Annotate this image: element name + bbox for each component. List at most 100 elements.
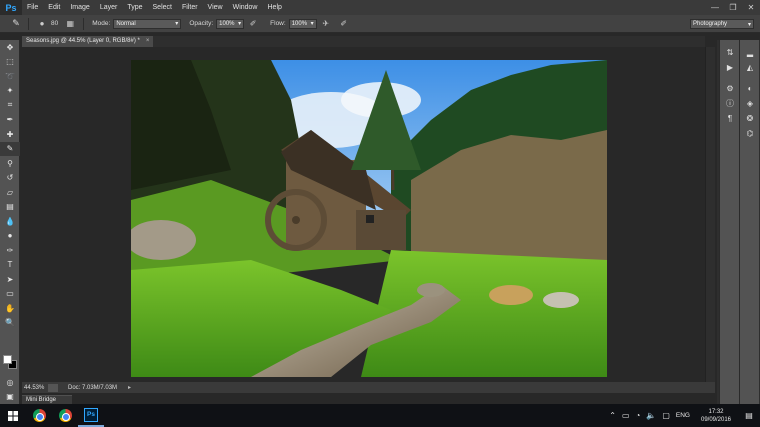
menu-help[interactable]: Help — [263, 0, 287, 15]
flow-input[interactable]: 100% ▾ — [288, 18, 317, 29]
type-icon[interactable]: T — [0, 258, 20, 273]
windows-icon — [8, 410, 18, 421]
dodge-icon[interactable]: ● — [0, 229, 20, 244]
menu-select[interactable]: Select — [148, 0, 177, 15]
options-bar: ✎ ● 80 ▦ Mode: Normal ▾ Opacity: 100% ▾ … — [0, 15, 760, 33]
document-status-icon[interactable] — [48, 383, 58, 392]
menu-edit[interactable]: Edit — [43, 0, 65, 15]
channels-icon[interactable]: ❂ — [740, 111, 760, 126]
history-icon[interactable]: ⇅ — [720, 45, 740, 60]
document-tab[interactable]: Seasons.jpg @ 44.5% (Layer 0, RGB/8#) * … — [22, 36, 154, 47]
flow-label: Flow: — [270, 20, 286, 27]
eyedropper-icon[interactable]: ✒ — [0, 113, 20, 128]
brush-panel-icon[interactable]: ▦ — [64, 18, 76, 30]
navigator-icon[interactable]: ◭ — [740, 60, 760, 75]
language-indicator[interactable]: ENG — [676, 412, 690, 419]
mode-select[interactable]: Normal ▾ — [113, 18, 182, 29]
menu-file[interactable]: File — [22, 0, 43, 15]
shape-icon[interactable]: ▭ — [0, 287, 20, 302]
hand-icon[interactable]: ✋ — [0, 301, 20, 316]
document-title: Seasons.jpg @ 44.5% (Layer 0, RGB/8#) * — [26, 38, 140, 44]
clock-time: 17:32 — [708, 408, 724, 415]
screen-mode-icon[interactable]: ▣ — [0, 389, 20, 404]
menu-image[interactable]: Image — [65, 0, 94, 15]
layers-icon[interactable]: ◈ — [740, 96, 760, 111]
network-icon[interactable]: ◔ — [636, 411, 641, 420]
eraser-icon[interactable]: ▱ — [0, 185, 20, 200]
opacity-input[interactable]: 100% ▾ — [216, 18, 245, 29]
workspace-select[interactable]: Photography ▾ — [690, 19, 754, 29]
menu-layer[interactable]: Layer — [95, 0, 123, 15]
status-menu-arrow[interactable]: ▸ — [128, 384, 131, 391]
histogram-icon[interactable]: ▂ — [740, 45, 760, 60]
mini-bridge-tab[interactable]: Mini Bridge — [22, 395, 72, 404]
brush-size-label[interactable]: 80 — [51, 20, 58, 27]
paths-icon[interactable]: ⌬ — [740, 126, 760, 141]
path-select-icon[interactable]: ➤ — [0, 272, 20, 287]
history-brush-icon[interactable]: ↺ — [0, 171, 20, 186]
pressure-opacity-icon[interactable]: ✐ — [247, 18, 259, 30]
volume-icon[interactable]: 🔈 — [646, 411, 656, 420]
quick-mask-icon[interactable]: ◎ — [0, 375, 20, 390]
document-size-info: Doc: 7.03M/7.03M — [68, 384, 118, 391]
marquee-icon[interactable]: ⬚ — [0, 55, 20, 70]
blur-icon[interactable]: 💧 — [0, 214, 20, 229]
window-controls: — ❐ ✕ — [706, 0, 760, 15]
brush-icon[interactable]: ✎ — [0, 141, 20, 156]
clock[interactable]: 17:32 09/09/2016 — [696, 408, 736, 424]
pen-icon[interactable]: ✑ — [0, 243, 20, 258]
menu-type[interactable]: Type — [122, 0, 147, 15]
taskbar-chrome-2[interactable] — [52, 404, 78, 427]
healing-icon[interactable]: ✚ — [0, 127, 20, 142]
adjustments-icon[interactable]: ◐ — [740, 81, 760, 96]
taskbar: Ps ⌃ ▭ ◔ 🔈 ▢ ENG 17:32 09/09/2016 ▤ — [0, 404, 760, 427]
info-icon[interactable]: ⓘ — [720, 96, 740, 111]
status-bar: 44.53% Doc: 7.03M/7.03M ▸ — [22, 382, 715, 393]
actions-icon[interactable]: ▶ — [720, 60, 740, 75]
taskbar-chrome-1[interactable] — [26, 404, 52, 427]
close-icon[interactable]: × — [146, 36, 150, 47]
document-image[interactable] — [131, 60, 607, 377]
pressure-size-icon[interactable]: ✐ — [338, 18, 350, 30]
foreground-color-swatch[interactable] — [3, 355, 12, 364]
clone-stamp-icon[interactable]: ⚲ — [0, 156, 20, 171]
move-icon[interactable]: ✥ — [0, 40, 20, 55]
battery-icon[interactable]: ▭ — [622, 411, 630, 420]
close-window-button[interactable]: ✕ — [742, 0, 760, 15]
zoom-icon[interactable]: 🔍 — [0, 316, 20, 331]
quick-select-icon[interactable]: ✦ — [0, 84, 20, 99]
chevron-up-icon[interactable]: ⌃ — [609, 411, 616, 420]
start-button[interactable] — [0, 404, 26, 427]
notification-icon[interactable]: ▤ — [742, 409, 756, 423]
chevron-down-icon: ▾ — [747, 21, 751, 28]
menu-bar: Ps File Edit Image Layer Type Select Fil… — [0, 0, 760, 15]
brush-presets-icon[interactable]: ⚙ — [720, 81, 740, 96]
chrome-icon — [32, 409, 46, 422]
landscape-photo — [131, 60, 607, 377]
photoshop-logo: Ps — [0, 0, 22, 15]
chevron-down-icon: ▾ — [238, 21, 242, 27]
restore-button[interactable]: ❐ — [724, 0, 742, 15]
zoom-level[interactable]: 44.53% — [22, 385, 48, 391]
airbrush-icon[interactable]: ✈ — [320, 18, 332, 30]
crop-icon[interactable]: ⌗ — [0, 98, 20, 113]
clock-date: 09/09/2016 — [700, 416, 732, 423]
character-icon[interactable]: ¶ — [720, 111, 740, 126]
chevron-down-icon: ▾ — [175, 21, 179, 27]
vertical-scrollbar[interactable] — [705, 47, 715, 382]
opacity-label: Opacity: — [189, 20, 214, 27]
canvas-area[interactable] — [22, 47, 705, 382]
menu-view[interactable]: View — [203, 0, 228, 15]
brush-preset-icon[interactable]: ✎ — [8, 17, 24, 31]
brush-tip-icon[interactable]: ● — [36, 18, 48, 30]
gradient-icon[interactable]: ▤ — [0, 200, 20, 215]
lasso-icon[interactable]: ➰ — [0, 69, 20, 84]
minimize-button[interactable]: — — [706, 0, 724, 15]
menu-window[interactable]: Window — [228, 0, 263, 15]
flow-value: 100% — [291, 20, 308, 27]
action-center-small-icon[interactable]: ▢ — [662, 411, 670, 420]
photoshop-icon: Ps — [84, 407, 98, 422]
panel-column-right: ▂ ◭ ◐ ◈ ❂ ⌬ — [739, 40, 759, 404]
menu-filter[interactable]: Filter — [177, 0, 203, 15]
taskbar-photoshop[interactable]: Ps — [78, 404, 104, 427]
